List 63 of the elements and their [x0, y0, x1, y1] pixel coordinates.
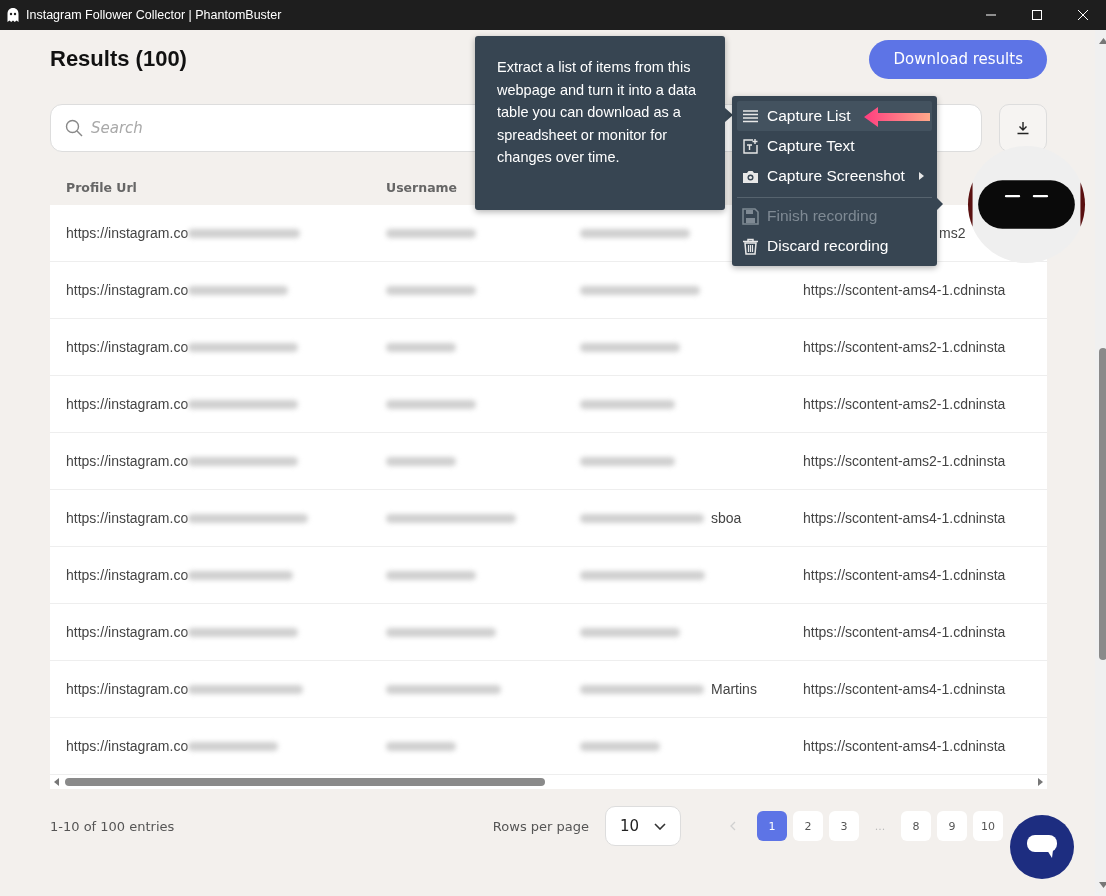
table-cell: Martins	[711, 681, 757, 697]
table-cell: https://instagram.co	[66, 624, 189, 640]
table-cell: https://scontent-ams2-1.cdninsta	[803, 396, 1006, 412]
menu-item[interactable]: Discard recording	[737, 231, 932, 261]
blurred-text	[386, 342, 456, 352]
text-icon	[742, 137, 759, 155]
scrollbar-thumb[interactable]	[65, 778, 545, 786]
list-icon	[742, 107, 759, 125]
table-cell: https://instagram.co	[66, 510, 189, 526]
rows-per-page-label: Rows per page	[492, 818, 589, 834]
menu-item[interactable]: Capture Screenshot	[737, 161, 932, 191]
blurred-text	[386, 741, 456, 751]
table-cell: https://instagram.co	[66, 225, 189, 241]
download-icon	[1016, 121, 1030, 135]
table-cell: https://scontent-ams2-1.cdninsta	[803, 339, 1006, 355]
scroll-up-icon[interactable]	[1098, 38, 1106, 44]
page-button[interactable]: 2	[793, 811, 823, 841]
table-cell: https://scontent-ams4-1.cdninsta	[803, 624, 1006, 640]
page-button[interactable]: 1	[757, 811, 787, 841]
table-cell: sboa	[711, 510, 742, 526]
search-icon	[65, 119, 83, 137]
chat-icon	[1027, 835, 1057, 859]
menu-item[interactable]: Capture Text	[737, 131, 932, 161]
page-button[interactable]: 10	[973, 811, 1003, 841]
table-cell: https://scontent-ams4-1.cdninsta	[803, 567, 1006, 583]
page-button[interactable]: 9	[937, 811, 967, 841]
table-cell: https://scontent-ams4-1.cdninsta	[803, 738, 1006, 754]
chevron-down-icon	[654, 822, 666, 830]
download-results-button[interactable]: Download results	[869, 39, 1047, 79]
table-cell: https://instagram.co	[66, 738, 189, 754]
scroll-down-icon[interactable]	[1098, 882, 1106, 888]
save-icon	[742, 207, 759, 225]
table-cell: https://instagram.co	[66, 567, 189, 583]
page-button[interactable]: 3	[829, 811, 859, 841]
window-title: Instagram Follower Collector | PhantomBuster	[26, 8, 283, 22]
table-cell: https://instagram.co	[66, 282, 189, 298]
page-ellipsis: ...	[873, 819, 887, 833]
table-cell: https://instagram.co	[66, 453, 189, 469]
arrow-icon	[862, 105, 932, 129]
menu-item[interactable]: Capture List	[737, 101, 932, 131]
scroll-left-icon[interactable]	[54, 778, 59, 786]
scroll-right-icon[interactable]	[1038, 778, 1043, 786]
tooltip: Extract a list of items from this webpage and turn it into a data table you can download as a spreadsheet or monitor for changes over time.	[475, 36, 725, 210]
close-icon[interactable]	[1078, 10, 1088, 20]
scrollbar-thumb[interactable]	[1099, 348, 1106, 660]
table-cell: https://scontent-ams4-1.cdninsta	[803, 510, 1006, 526]
table-cell: https://instagram.co	[66, 339, 189, 355]
blurred-text	[386, 456, 456, 466]
trash-icon	[742, 237, 759, 255]
entries-count: 1-10 of 100 entries	[50, 818, 176, 834]
rows-per-page-select[interactable]: 10	[605, 806, 681, 846]
maximize-icon[interactable]	[1032, 10, 1042, 20]
table-cell: https://scontent-ams2-1.cdninsta	[803, 453, 1006, 469]
page-title: Results (100)	[50, 46, 187, 72]
table-cell: https://instagram.co	[66, 681, 189, 697]
table-cell: https://instagram.co	[66, 396, 189, 412]
column-header[interactable]: Profile Url	[50, 180, 370, 195]
table-cell: ms2	[939, 225, 966, 241]
table-cell: https://scontent-ams4-1.cdninsta	[803, 282, 1006, 298]
page-button[interactable]: 8	[901, 811, 931, 841]
table-cell: https://scontent-ams4-1.cdninsta	[803, 681, 1006, 697]
ghost-icon	[6, 7, 20, 23]
horizontal-scrollbar[interactable]	[50, 775, 1047, 789]
